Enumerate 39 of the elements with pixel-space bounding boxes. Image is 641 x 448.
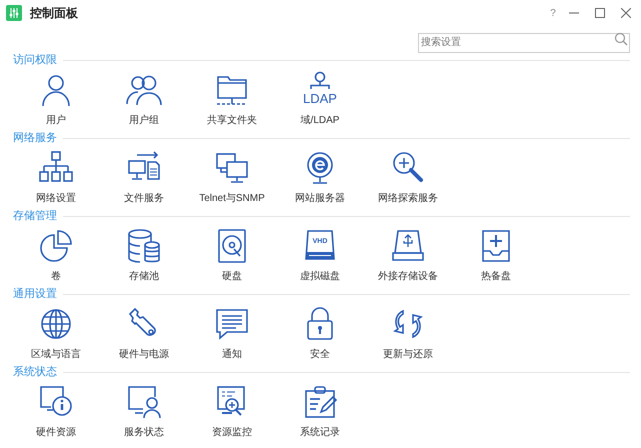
setting-link[interactable]: 域/LDAP (300, 113, 340, 128)
section-title: 通用设置 (13, 287, 57, 301)
window-title: 控制面板 (30, 5, 78, 22)
setting-link[interactable]: 区域与语言 (31, 347, 81, 362)
search-icon[interactable] (614, 32, 628, 46)
monitor-person-icon (125, 383, 163, 421)
setting-link[interactable]: 虚拟磁盘 (300, 269, 340, 284)
setting-link[interactable]: 资源监控 (212, 425, 252, 440)
setting-link[interactable]: 存储池 (129, 269, 159, 284)
setting-link[interactable]: 服务状态 (124, 425, 164, 440)
setting-link[interactable]: 更新与还原 (383, 347, 433, 362)
setting-link[interactable]: 外接存储设备 (378, 269, 438, 284)
setting-link[interactable]: 共享文件夹 (207, 113, 257, 128)
setting-link[interactable]: 安全 (310, 347, 330, 362)
section-title: 系统状态 (13, 365, 57, 379)
maximize-icon[interactable] (595, 8, 605, 18)
setting-link[interactable]: 网络探索服务 (378, 191, 438, 206)
app-logo-icon (6, 5, 22, 21)
section-title: 网络服务 (13, 131, 57, 145)
close-icon[interactable] (621, 8, 631, 18)
pie-chart-icon (37, 227, 75, 265)
database-icon (125, 227, 163, 265)
setting-link[interactable]: 文件服务 (124, 191, 164, 206)
setting-link[interactable]: 系统记录 (300, 425, 340, 440)
setting-link[interactable]: 网站服务器 (295, 191, 345, 206)
search-field[interactable]: 搜索设置 (418, 32, 630, 52)
setting-link[interactable]: 硬盘 (222, 269, 242, 284)
setting-link[interactable]: 用户 (46, 113, 66, 128)
setting-link[interactable]: 硬件资源 (36, 425, 76, 440)
setting-link[interactable]: 通知 (222, 347, 242, 362)
setting-link[interactable]: 网络设置 (36, 191, 76, 206)
section-title: 访问权限 (13, 53, 57, 67)
setting-link[interactable]: Telnet与SNMP (199, 191, 265, 206)
setting-link[interactable]: 用户组 (129, 113, 159, 128)
setting-link[interactable]: 卷 (51, 269, 61, 284)
setting-link[interactable]: 热备盘 (481, 269, 511, 284)
section-title: 存储管理 (13, 209, 57, 223)
setting-link[interactable]: 硬件与电源 (119, 347, 169, 362)
help-button[interactable]: ? (543, 6, 563, 20)
